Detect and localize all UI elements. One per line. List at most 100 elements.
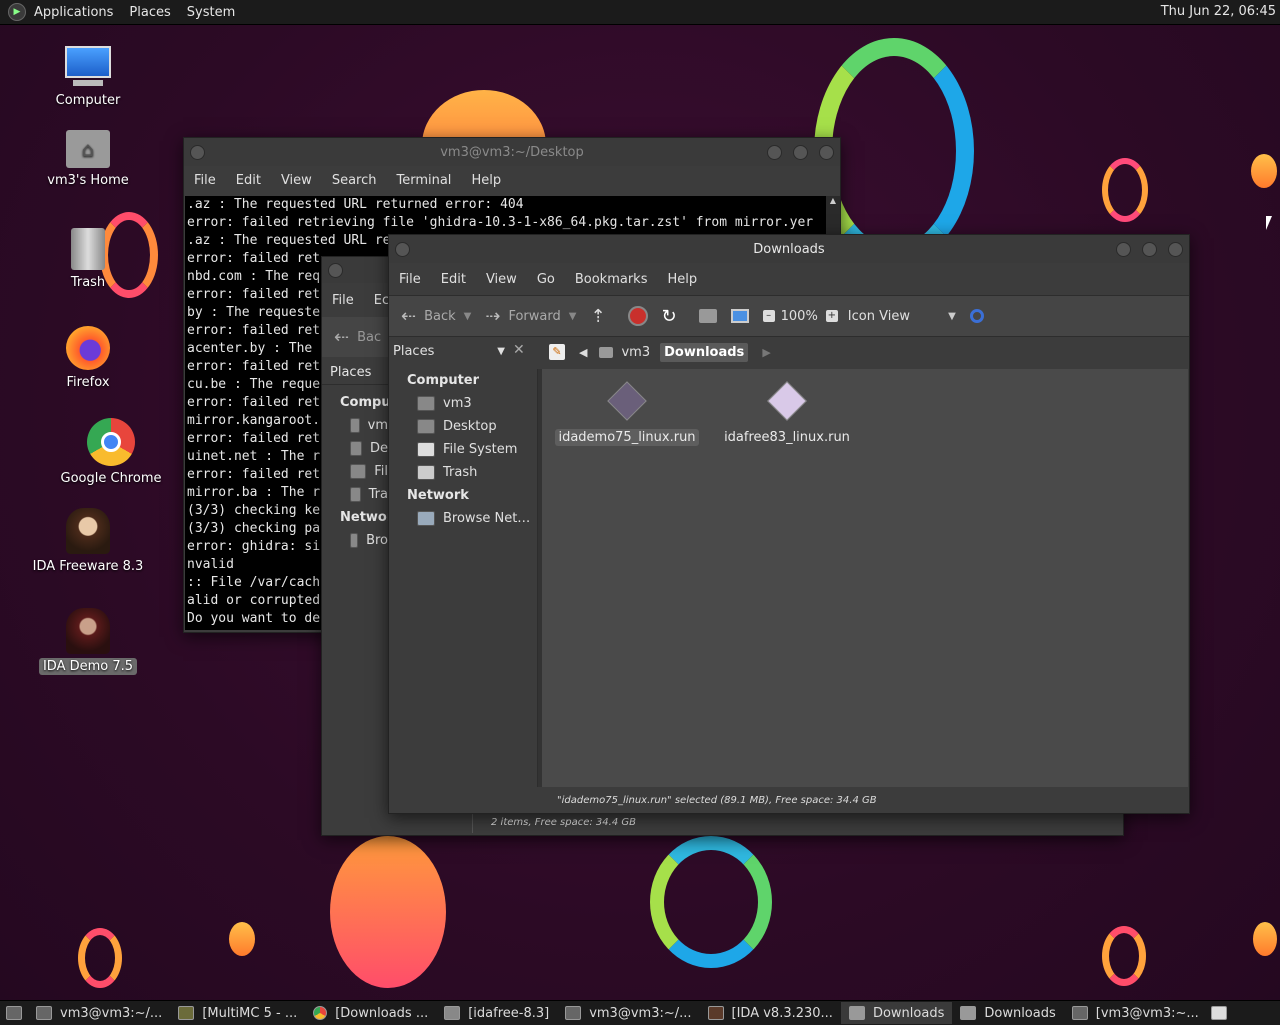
desktop-icon-chrome[interactable]: Google Chrome [36, 418, 186, 487]
desktop-icon-ida-demo[interactable]: IDA Demo 7.5 [13, 608, 163, 675]
trash-icon [71, 228, 105, 270]
terminal-line: .az : The requested URL returned error: … [187, 197, 524, 212]
home-button[interactable] [698, 309, 717, 323]
terminal-menu-edit[interactable]: Edit [226, 173, 271, 188]
zoom-out-button[interactable]: – [762, 310, 775, 322]
breadcrumb-right-arrow-icon[interactable]: ▶ [762, 346, 770, 359]
back-sidebar-desktop[interactable]: De [322, 437, 388, 460]
file-item[interactable]: idafree83_linux.run [712, 377, 862, 446]
desktop-icon-firefox[interactable]: Firefox [13, 326, 163, 391]
terminal-menu-terminal[interactable]: Terminal [386, 173, 461, 188]
task-chrome-downloads[interactable]: [Downloads ... [305, 1002, 436, 1024]
sidebar-item-trash[interactable]: Trash [389, 461, 537, 484]
sidebar-item-filesystem[interactable]: File System [389, 438, 537, 461]
wallpaper-dot-br [1253, 922, 1277, 956]
show-desktop-icon[interactable] [0, 1002, 28, 1024]
downloads-window: Downloads File Edit View Go Bookmarks He… [388, 234, 1190, 814]
forward-history-dropdown-icon[interactable]: ▼ [569, 311, 577, 322]
breadcrumb-vm3[interactable]: vm3 [599, 345, 650, 360]
close-button[interactable] [819, 145, 834, 160]
scroll-up-icon[interactable]: ▲ [826, 196, 840, 205]
terminal-menu-search[interactable]: Search [322, 173, 387, 188]
desktop-icon-ida-freeware[interactable]: IDA Freeware 8.3 [13, 508, 163, 575]
back-window-menu-icon[interactable] [328, 263, 343, 278]
downloads-title: Downloads [753, 241, 825, 257]
computer-button[interactable] [730, 309, 749, 323]
back-sidebar-filesystem[interactable]: Fil [322, 460, 388, 483]
task-downloads-active[interactable]: Downloads [840, 1002, 953, 1024]
task-idafree-folder[interactable]: [idafree-8.3] [436, 1002, 557, 1024]
downloads-menu-view[interactable]: View [476, 272, 527, 287]
close-sidebar-icon[interactable]: ✕ [513, 342, 525, 358]
downloads-sidebar: Computer vm3 Desktop File System Trash N… [389, 369, 538, 787]
downloads-menu-go[interactable]: Go [527, 272, 565, 287]
edit-location-icon[interactable]: ✎ [549, 344, 565, 360]
forward-arrow-icon: ⇢ [485, 305, 501, 327]
sidebar-item-desktop[interactable]: Desktop [389, 415, 537, 438]
breadcrumb-downloads[interactable]: Downloads [660, 342, 749, 362]
places-menu[interactable]: Places [121, 5, 178, 20]
mate-logo-icon[interactable]: ▶ [8, 3, 26, 21]
home-folder-icon [350, 418, 360, 433]
file-icon-view[interactable]: idademo75_linux.run idafree83_linux.run [542, 369, 1188, 787]
reload-button[interactable]: ↻ [662, 306, 685, 327]
search-button[interactable] [969, 309, 984, 323]
back-arrow-icon[interactable]: ⇠ [334, 327, 349, 348]
terminal-menu-view[interactable]: View [271, 173, 322, 188]
drive-icon [350, 464, 367, 479]
back-menu-file[interactable]: File [322, 293, 364, 308]
back-sidebar-browse-network[interactable]: Bro [322, 529, 388, 552]
downloads-titlebar[interactable]: Downloads [389, 235, 1189, 263]
terminal-menu-file[interactable]: File [184, 173, 226, 188]
task-terminal-3[interactable]: [vm3@vm3:~... [1064, 1002, 1207, 1024]
back-sidebar-vm3[interactable]: vm [322, 414, 388, 437]
trash-icon [350, 487, 361, 502]
terminal-menu-help[interactable]: Help [461, 173, 511, 188]
back-button[interactable]: ⇠ Back ▼ [401, 306, 471, 327]
back-history-dropdown-icon[interactable]: ▼ [464, 311, 472, 322]
clock[interactable]: Thu Jun 22, 06:45 [1161, 4, 1276, 19]
stop-button[interactable] [627, 306, 648, 326]
downloads-window-menu-icon[interactable] [395, 242, 410, 257]
downloads-menu-help[interactable]: Help [657, 272, 707, 287]
view-mode-dropdown-icon: ▼ [948, 310, 956, 322]
system-menu[interactable]: System [179, 5, 243, 20]
applications-menu[interactable]: Applications [26, 5, 121, 20]
chrome-icon [87, 418, 135, 466]
desktop-icon-trash[interactable]: Trash [13, 228, 163, 291]
terminal-title: vm3@vm3:~/Desktop [440, 144, 584, 160]
file-item[interactable]: idademo75_linux.run [552, 377, 702, 446]
breadcrumb-left-arrow-icon[interactable]: ◀ [579, 346, 587, 359]
task-ida[interactable]: [IDA v8.3.230... [700, 1002, 841, 1024]
desktop-icon-computer[interactable]: Computer [13, 46, 163, 109]
task-multimc[interactable]: [MultiMC 5 - ... [170, 1002, 305, 1024]
back-button-label[interactable]: Bac [357, 330, 381, 345]
downloads-maximize-button[interactable] [1142, 242, 1157, 257]
back-sidebar-trash[interactable]: Tra [322, 483, 388, 506]
downloads-close-button[interactable] [1168, 242, 1183, 257]
maximize-button[interactable] [793, 145, 808, 160]
minimize-button[interactable] [767, 145, 782, 160]
up-button[interactable]: ⇡ [590, 306, 613, 327]
view-mode-select[interactable]: Icon View ▼ [848, 309, 956, 324]
sidebar-item-browse-network[interactable]: Browse Net… [389, 507, 537, 530]
task-downloads[interactable]: Downloads [952, 1002, 1063, 1024]
zoom-in-button[interactable]: + [825, 310, 838, 322]
terminal-icon [36, 1006, 52, 1020]
zoom-level[interactable]: 100% [781, 309, 818, 324]
downloads-minimize-button[interactable] [1116, 242, 1131, 257]
downloads-menu-bookmarks[interactable]: Bookmarks [565, 272, 658, 287]
sidebar-item-vm3[interactable]: vm3 [389, 392, 537, 415]
downloads-menu-edit[interactable]: Edit [431, 272, 476, 287]
home-folder-icon [417, 396, 435, 411]
task-terminal-2[interactable]: vm3@vm3:~/... [557, 1002, 699, 1024]
task-terminal-1[interactable]: vm3@vm3:~/... [28, 1002, 170, 1024]
window-menu-icon[interactable] [190, 145, 205, 160]
places-selector[interactable]: Places ▼ [393, 339, 505, 363]
desktop-icon-home[interactable]: ⌂ vm3's Home [13, 130, 163, 189]
downloads-menu-file[interactable]: File [389, 272, 431, 287]
terminal-titlebar[interactable]: vm3@vm3:~/Desktop [184, 138, 840, 166]
workspace-switcher-icon[interactable] [1207, 1002, 1231, 1024]
forward-button[interactable]: ⇢ Forward ▼ [485, 306, 576, 327]
back-places-label[interactable]: Places [322, 361, 388, 385]
